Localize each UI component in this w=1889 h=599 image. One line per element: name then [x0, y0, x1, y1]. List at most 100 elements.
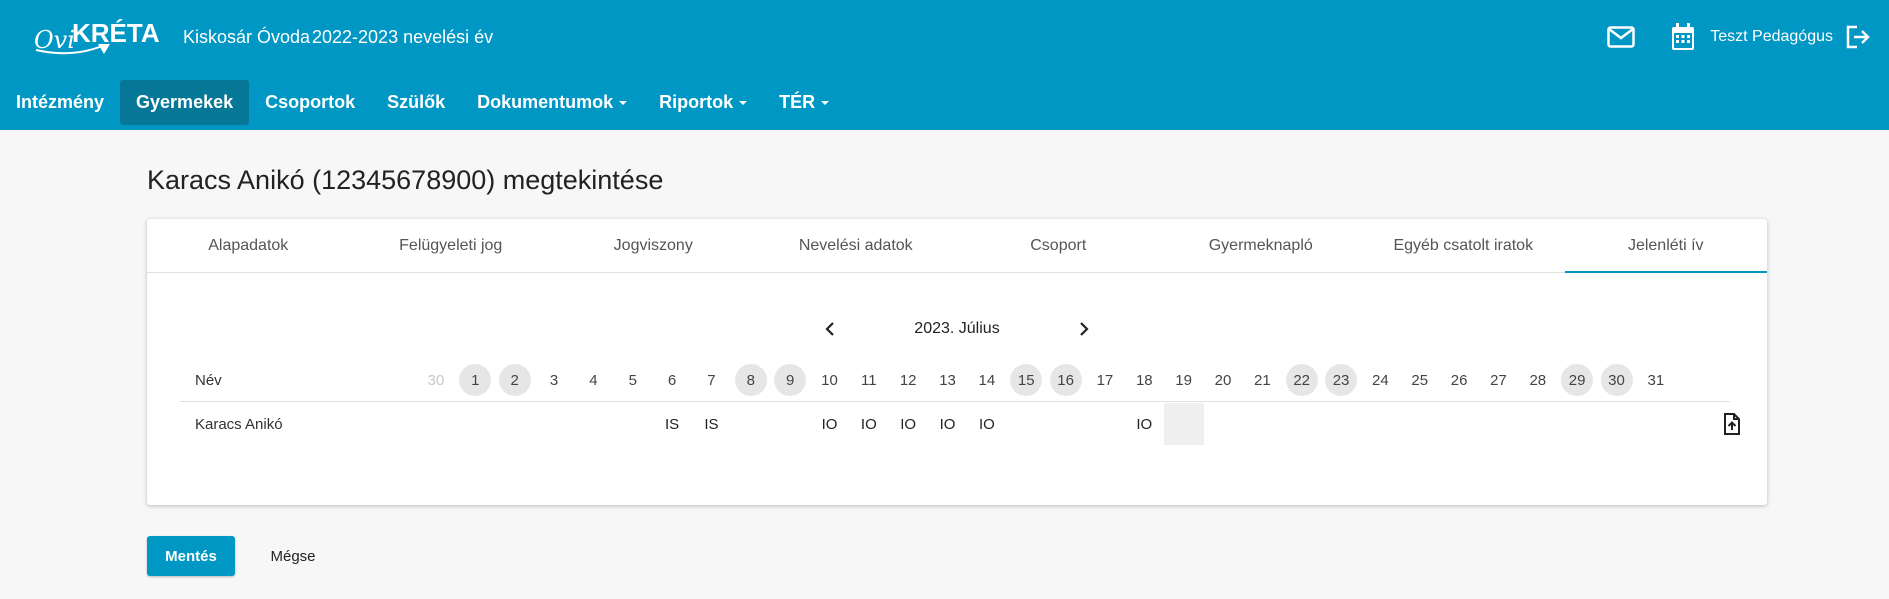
- attendance-cell[interactable]: [1597, 403, 1637, 445]
- nav-item-ter[interactable]: TÉR: [763, 80, 845, 125]
- school-year: 2022-2023 nevelési év: [312, 27, 494, 47]
- tab-jogviszony[interactable]: Jogviszony: [552, 219, 755, 272]
- attendance-cell[interactable]: [1006, 403, 1046, 445]
- attendance-cell[interactable]: [1557, 403, 1597, 445]
- day-header: 31: [1647, 371, 1665, 389]
- attendance-cell[interactable]: [1400, 403, 1440, 445]
- nav-item-dokumentumok[interactable]: Dokumentumok: [461, 80, 643, 125]
- day-header: 16: [1049, 364, 1082, 396]
- name-column-header: Név: [195, 371, 222, 389]
- day-header: 13: [939, 371, 956, 389]
- calendar-icon[interactable]: [1668, 22, 1698, 52]
- attendance-cell[interactable]: [1321, 403, 1361, 445]
- attendance-cell[interactable]: [1478, 403, 1518, 445]
- tab-bar: Alapadatok Felügyeleti jog Jogviszony Ne…: [147, 219, 1767, 273]
- page-title: Karacs Anikó (12345678900) megtekintése: [147, 165, 664, 195]
- logo-text-kreta: KRÉTA: [72, 18, 160, 48]
- attendance-cell[interactable]: [1282, 403, 1322, 445]
- logout-icon[interactable]: [1843, 22, 1873, 52]
- day-header: 27: [1490, 371, 1507, 389]
- attendance-cell[interactable]: [1203, 403, 1243, 445]
- day-header: 11: [861, 371, 877, 389]
- top-header: Ovi KRÉTA Kiskosár Óvoda 2022-2023 nevel…: [0, 0, 1889, 75]
- nav-label: Dokumentumok: [477, 92, 614, 112]
- nav-label: Riportok: [659, 92, 734, 112]
- day-header: 25: [1411, 371, 1429, 389]
- tab-nevelesi-adatok[interactable]: Nevelési adatok: [755, 219, 958, 272]
- day-header: 6: [667, 371, 677, 389]
- attendance-cell[interactable]: [1242, 403, 1282, 445]
- tab-csoport[interactable]: Csoport: [957, 219, 1160, 272]
- attendance-cell[interactable]: [1439, 403, 1479, 445]
- day-header: 2: [498, 364, 531, 396]
- nav-item-csoportok[interactable]: Csoportok: [249, 80, 371, 125]
- day-header: 17: [1096, 371, 1114, 389]
- attendance-row: Karacs Anikó IS IS IO IO IO IO IO IO: [180, 403, 1740, 445]
- attendance-cell[interactable]: [1518, 403, 1558, 445]
- attendance-cell[interactable]: [1163, 403, 1204, 445]
- attendance-cell[interactable]: [1636, 403, 1676, 445]
- attendance-cell[interactable]: [1360, 403, 1400, 445]
- attendance-cell[interactable]: [534, 403, 574, 445]
- main-navigation: Intézmény Gyermekek Csoportok Szülők Dok…: [0, 75, 1889, 130]
- attendance-cell[interactable]: [613, 403, 653, 445]
- attendance-cell[interactable]: IO: [967, 403, 1007, 445]
- attendance-cell[interactable]: IO: [1124, 403, 1164, 445]
- nav-item-gyermekek[interactable]: Gyermekek: [120, 80, 250, 125]
- attendance-cell[interactable]: [416, 403, 456, 445]
- chevron-right-icon[interactable]: [1072, 317, 1096, 341]
- save-button[interactable]: Mentés: [147, 536, 235, 576]
- nav-item-szulok[interactable]: Szülők: [371, 80, 461, 125]
- nav-item-intezmeny[interactable]: Intézmény: [0, 80, 120, 125]
- caret-down-icon: [739, 100, 748, 105]
- mail-icon[interactable]: [1606, 22, 1636, 52]
- day-header: 3: [549, 371, 559, 389]
- attendance-cell[interactable]: [573, 403, 613, 445]
- tab-felugyeleti-jog[interactable]: Felügyeleti jog: [350, 219, 553, 272]
- nav-label: Intézmény: [16, 92, 105, 112]
- institution-name: Kiskosár Óvoda: [183, 27, 311, 47]
- user-name[interactable]: Teszt Pedagógus: [1710, 28, 1833, 46]
- day-header: 5: [628, 371, 637, 389]
- day-header: 22: [1285, 364, 1318, 396]
- attendance-cell[interactable]: [731, 403, 771, 445]
- caret-down-icon: [821, 100, 830, 105]
- attendance-cell[interactable]: IO: [928, 403, 968, 445]
- attendance-cell[interactable]: [1085, 403, 1125, 445]
- month-navigator: 2023. Július: [147, 317, 1767, 341]
- day-header: 20: [1214, 371, 1232, 389]
- attendance-cell[interactable]: [495, 403, 535, 445]
- day-header: 24: [1372, 371, 1389, 389]
- ovikreta-logo[interactable]: Ovi KRÉTA: [32, 12, 172, 62]
- tab-egyeb-csatolt-iratok[interactable]: Egyéb csatolt iratok: [1362, 219, 1565, 272]
- nav-label: Szülők: [387, 92, 446, 112]
- day-header: 10: [821, 371, 838, 389]
- day-header: 28: [1529, 371, 1547, 389]
- day-header: 4: [589, 371, 598, 389]
- attendance-cell[interactable]: [455, 403, 495, 445]
- attendance-cell[interactable]: IS: [691, 403, 731, 445]
- day-header: 7: [707, 371, 716, 389]
- tab-gyermeknaplo[interactable]: Gyermeknapló: [1160, 219, 1363, 272]
- nav-label: Gyermekek: [136, 92, 234, 112]
- day-header: 19: [1175, 371, 1192, 389]
- day-header: 30: [427, 371, 445, 389]
- day-header: 23: [1325, 364, 1358, 396]
- attendance-cell[interactable]: [1046, 403, 1086, 445]
- day-header: 9: [774, 364, 807, 396]
- day-header: 14: [978, 371, 996, 389]
- nav-item-riportok[interactable]: Riportok: [643, 80, 763, 125]
- tab-jelenleti-iv[interactable]: Jelenléti ív: [1564, 219, 1768, 273]
- cancel-button[interactable]: Mégse: [255, 536, 331, 576]
- chevron-left-icon[interactable]: [818, 317, 842, 341]
- attendance-cell[interactable]: IO: [849, 403, 889, 445]
- attendance-cell[interactable]: [770, 403, 810, 445]
- attendance-header-row: Név 30 1 2 3 4 5 6 7 8 9 10 11 12 13 14 15 16 17 18 19 20 21 2…: [180, 359, 1730, 402]
- attendance-cell[interactable]: IO: [810, 403, 850, 445]
- day-header: 26: [1450, 371, 1468, 389]
- attendance-cell[interactable]: IO: [888, 403, 928, 445]
- attendance-cell[interactable]: IS: [652, 403, 692, 445]
- tab-alapadatok[interactable]: Alapadatok: [147, 219, 350, 272]
- file-upload-icon[interactable]: [1720, 412, 1744, 436]
- day-header: 1: [459, 364, 492, 396]
